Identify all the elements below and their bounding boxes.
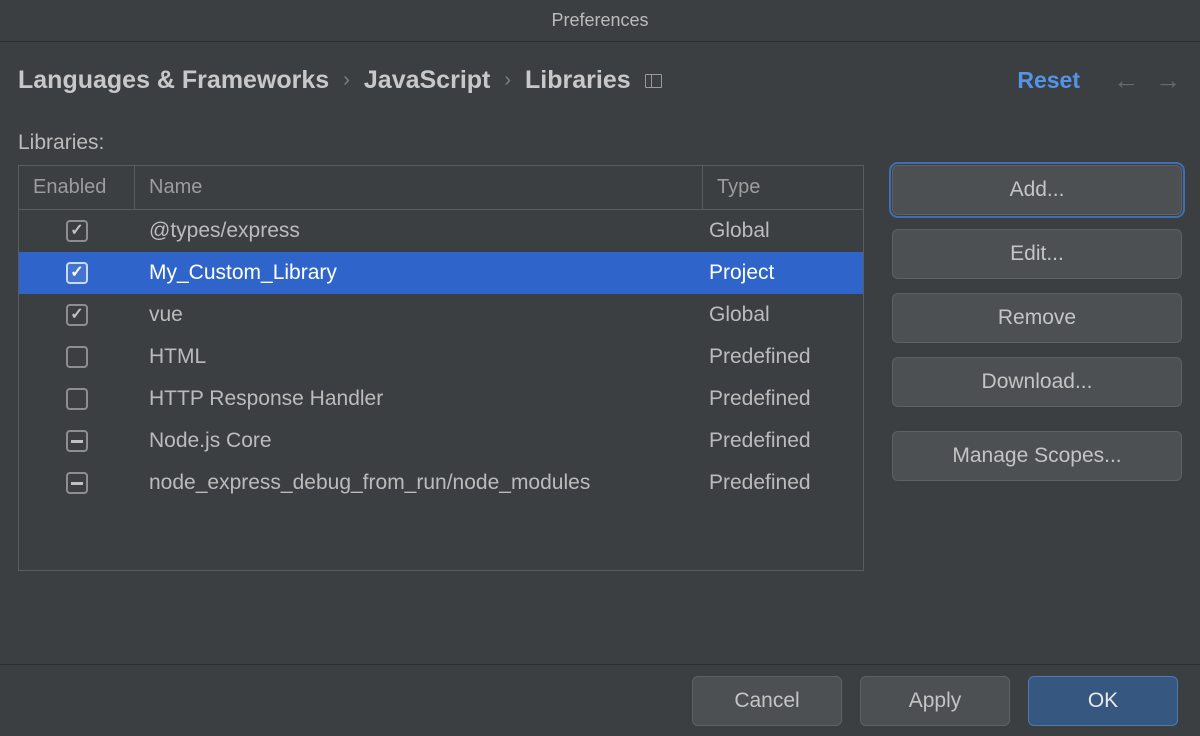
cell-type: Predefined bbox=[703, 387, 863, 411]
reset-link[interactable]: Reset bbox=[1017, 67, 1080, 94]
breadcrumb-item-javascript[interactable]: JavaScript bbox=[364, 66, 490, 95]
remove-button[interactable]: Remove bbox=[892, 293, 1182, 343]
breadcrumb-item-libraries[interactable]: Libraries bbox=[525, 66, 631, 95]
cell-name: Node.js Core bbox=[135, 429, 703, 453]
table-row[interactable]: @types/expressGlobal bbox=[19, 210, 863, 252]
cell-name: node_express_debug_from_run/node_modules bbox=[135, 471, 703, 495]
cell-enabled bbox=[19, 262, 135, 284]
cell-name: @types/express bbox=[135, 219, 703, 243]
separate-window-icon[interactable] bbox=[645, 74, 662, 88]
add-button[interactable]: Add... bbox=[892, 165, 1182, 215]
column-header-enabled[interactable]: Enabled bbox=[19, 166, 135, 209]
cell-type: Global bbox=[703, 219, 863, 243]
cell-name: vue bbox=[135, 303, 703, 327]
cell-enabled bbox=[19, 304, 135, 326]
cell-type: Global bbox=[703, 303, 863, 327]
checkbox[interactable] bbox=[66, 262, 88, 284]
table-row[interactable]: HTMLPredefined bbox=[19, 336, 863, 378]
checkbox[interactable] bbox=[66, 346, 88, 368]
cell-enabled bbox=[19, 388, 135, 410]
window-title: Preferences bbox=[551, 10, 648, 31]
window-titlebar: Preferences bbox=[0, 0, 1200, 42]
table-row[interactable]: HTTP Response HandlerPredefined bbox=[19, 378, 863, 420]
table-row[interactable]: vueGlobal bbox=[19, 294, 863, 336]
checkbox[interactable] bbox=[66, 388, 88, 410]
column-header-type[interactable]: Type bbox=[703, 166, 863, 209]
checkbox[interactable] bbox=[66, 304, 88, 326]
cell-enabled bbox=[19, 346, 135, 368]
cell-name: My_Custom_Library bbox=[135, 261, 703, 285]
section-label: Libraries: bbox=[18, 131, 864, 155]
chevron-right-icon: › bbox=[504, 69, 511, 92]
breadcrumb: Languages & Frameworks › JavaScript › Li… bbox=[18, 66, 1003, 95]
breadcrumb-bar: Languages & Frameworks › JavaScript › Li… bbox=[0, 42, 1200, 119]
table-body: @types/expressGlobalMy_Custom_LibraryPro… bbox=[19, 210, 863, 570]
ok-button[interactable]: OK bbox=[1028, 676, 1178, 726]
libraries-table: Enabled Name Type @types/expressGlobalMy… bbox=[18, 165, 864, 571]
cell-name: HTML bbox=[135, 345, 703, 369]
chevron-right-icon: › bbox=[343, 69, 350, 92]
manage-scopes-button[interactable]: Manage Scopes... bbox=[892, 431, 1182, 481]
back-arrow-icon: ← bbox=[1112, 67, 1140, 95]
apply-button[interactable]: Apply bbox=[860, 676, 1010, 726]
dialog-footer: Cancel Apply OK bbox=[0, 664, 1200, 736]
download-button[interactable]: Download... bbox=[892, 357, 1182, 407]
forward-arrow-icon: → bbox=[1154, 67, 1182, 95]
cell-type: Predefined bbox=[703, 345, 863, 369]
checkbox[interactable] bbox=[66, 430, 88, 452]
table-row[interactable]: My_Custom_LibraryProject bbox=[19, 252, 863, 294]
cell-name: HTTP Response Handler bbox=[135, 387, 703, 411]
cell-enabled bbox=[19, 472, 135, 494]
table-row[interactable]: Node.js CorePredefined bbox=[19, 420, 863, 462]
table-row[interactable]: node_express_debug_from_run/node_modules… bbox=[19, 462, 863, 504]
edit-button[interactable]: Edit... bbox=[892, 229, 1182, 279]
checkbox[interactable] bbox=[66, 472, 88, 494]
cell-type: Predefined bbox=[703, 429, 863, 453]
checkbox[interactable] bbox=[66, 220, 88, 242]
cell-enabled bbox=[19, 430, 135, 452]
cancel-button[interactable]: Cancel bbox=[692, 676, 842, 726]
cell-type: Project bbox=[703, 261, 863, 285]
column-header-name[interactable]: Name bbox=[135, 166, 703, 209]
table-header: Enabled Name Type bbox=[19, 166, 863, 210]
breadcrumb-item-languages-frameworks[interactable]: Languages & Frameworks bbox=[18, 66, 329, 95]
cell-type: Predefined bbox=[703, 471, 863, 495]
cell-enabled bbox=[19, 220, 135, 242]
